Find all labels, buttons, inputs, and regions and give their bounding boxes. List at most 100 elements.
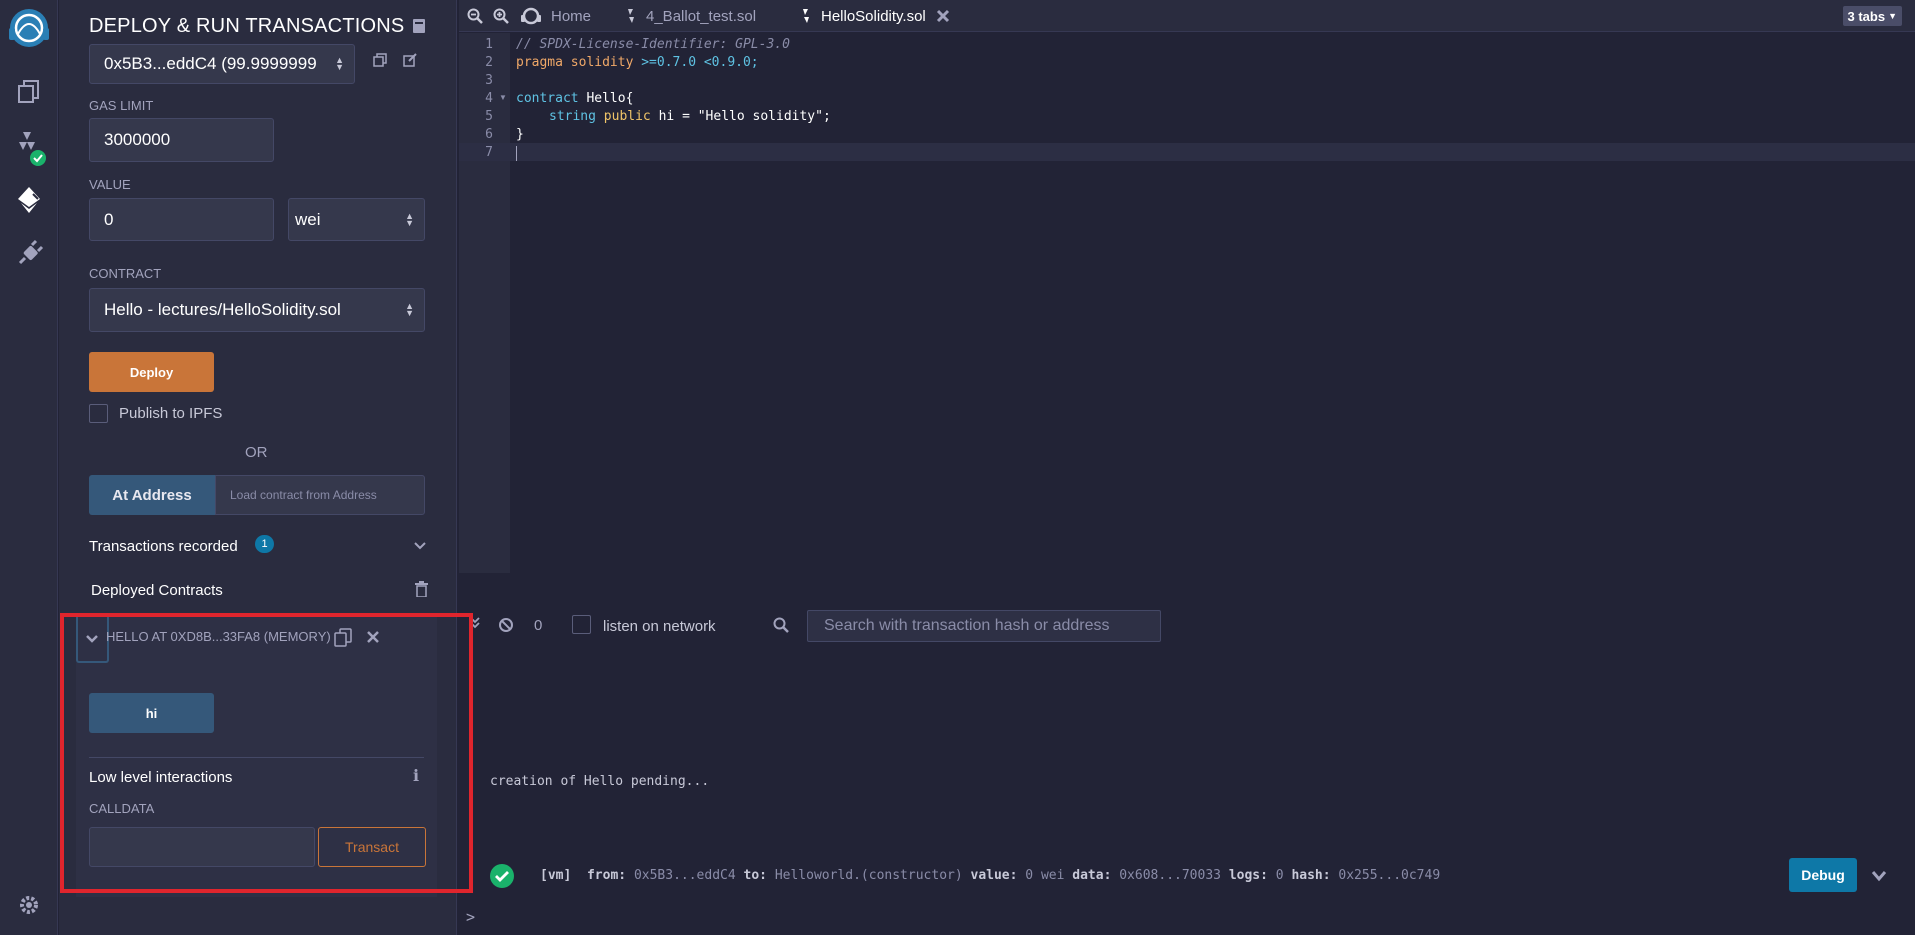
settings-gear-icon[interactable] xyxy=(0,888,58,922)
code-line-4[interactable]: contract Hello{ xyxy=(516,91,633,106)
tab-home-label: Home xyxy=(551,7,592,25)
pending-tx-count: 0 xyxy=(534,617,543,634)
deployed-contracts-label: Deployed Contracts xyxy=(91,582,223,599)
home-remix-icon xyxy=(521,7,541,25)
line-number: 1 xyxy=(485,37,493,52)
transact-button[interactable]: Transact xyxy=(318,827,426,867)
account-select[interactable]: 0x5B3...eddC4 (99.9999999 ▲ ▼ xyxy=(89,44,355,84)
contract-select[interactable]: Hello - lectures/HelloSolidity.sol ▲ ▼ xyxy=(89,288,425,332)
info-icon[interactable]: i xyxy=(413,766,419,785)
code-line-6[interactable]: } xyxy=(516,127,524,142)
tabs-count-dropdown[interactable]: 3 tabs ▼ xyxy=(1842,6,1902,26)
log-logs-value: 0 xyxy=(1275,868,1284,883)
deploy-run-panel: DEPLOY & RUN TRANSACTIONS 0x5B3...eddC4 … xyxy=(59,0,457,935)
log-data-value: 0x608...70033 xyxy=(1119,868,1221,883)
value-input[interactable]: 0 xyxy=(89,198,274,241)
log-to-key: to: xyxy=(743,868,767,883)
code-string: "Hello solidity" xyxy=(697,109,823,124)
or-label: OR xyxy=(245,444,268,461)
remix-logo-icon[interactable] xyxy=(0,4,58,52)
copy-account-icon[interactable] xyxy=(373,53,387,72)
clear-console-icon[interactable] xyxy=(498,617,514,638)
panel-title: DEPLOY & RUN TRANSACTIONS xyxy=(89,15,405,37)
log-vm: [vm] xyxy=(540,868,572,883)
solidity-file-icon xyxy=(803,9,809,23)
file-explorer-icon[interactable] xyxy=(0,74,58,108)
chevron-updown-icon: ▲ ▼ xyxy=(335,55,344,72)
solidity-compiler-icon[interactable] xyxy=(0,128,58,168)
contract-label: CONTRACT xyxy=(89,266,162,281)
edit-account-icon[interactable] xyxy=(403,53,417,72)
chevron-updown-icon: ▲ ▼ xyxy=(405,210,414,228)
code-text: hi = xyxy=(650,109,698,124)
calldata-label: CALLDATA xyxy=(89,801,155,816)
deployed-instance-card: HELLO AT 0XD8B...33FA8 (MEMORY) hi Low l… xyxy=(76,617,437,897)
tab-hello-solidity[interactable]: HelloSolidity.sol xyxy=(799,0,950,32)
log-value-key: value: xyxy=(970,868,1018,883)
tab-ballot-label: 4_Ballot_test.sol xyxy=(646,7,757,25)
listen-network-label: listen on network xyxy=(603,618,716,635)
at-address-button[interactable]: At Address xyxy=(89,475,215,515)
code-type: string xyxy=(549,109,596,124)
at-address-input[interactable]: Load contract from Address xyxy=(215,475,425,515)
docs-book-icon[interactable] xyxy=(412,18,426,34)
tx-count-badge: 1 xyxy=(255,535,274,553)
chevron-updown-icon: ▲ ▼ xyxy=(405,301,414,318)
trash-icon[interactable] xyxy=(415,581,428,602)
close-tab-icon[interactable] xyxy=(936,9,950,23)
plugin-manager-icon[interactable] xyxy=(0,236,58,272)
copy-address-icon[interactable] xyxy=(334,628,352,652)
tab-home[interactable]: Home xyxy=(519,0,591,32)
terminal-drag-bar[interactable] xyxy=(459,573,1915,597)
deploy-run-icon[interactable] xyxy=(0,182,58,218)
publish-ipfs-checkbox[interactable] xyxy=(89,404,108,423)
code-modifier: public xyxy=(603,109,651,124)
zoom-out-icon[interactable] xyxy=(467,8,483,29)
editor-area xyxy=(459,0,1915,575)
calldata-input[interactable] xyxy=(89,827,315,867)
code-line-2[interactable]: pragma solidity >=0.7.0 <0.9.0; xyxy=(516,55,759,70)
gas-limit-input[interactable]: 3000000 xyxy=(89,118,274,162)
fold-caret-icon[interactable]: ▼ xyxy=(499,93,507,102)
hi-getter-button[interactable]: hi xyxy=(89,693,214,733)
tab-ballot-test[interactable]: 4_Ballot_test.sol xyxy=(624,0,756,32)
editor-tabs-bar: Home 4_Ballot_test.sol HelloSolidity.sol… xyxy=(459,0,1915,32)
transactions-recorded-label[interactable]: Transactions recorded xyxy=(89,538,238,555)
terminal-prompt[interactable]: > xyxy=(466,908,475,926)
success-check-icon xyxy=(490,864,514,888)
line-number: 2 xyxy=(485,55,493,70)
log-logs-key: logs: xyxy=(1228,868,1268,883)
deploy-button[interactable]: Deploy xyxy=(89,352,214,392)
code-text: Hello{ xyxy=(578,91,634,106)
contract-value: Hello - lectures/HelloSolidity.sol xyxy=(104,300,341,319)
tabs-count-label: 3 tabs xyxy=(1847,8,1886,24)
line-number: 6 xyxy=(485,127,493,142)
line-number: 4 xyxy=(485,91,493,106)
log-data-key: data: xyxy=(1072,868,1112,883)
code-line-5[interactable]: string public hi = "Hello solidity"; xyxy=(516,109,831,124)
log-from-value: 0x5B3...eddC4 xyxy=(633,868,736,883)
value-unit-select[interactable]: wei ▲ ▼ xyxy=(288,198,425,241)
close-icon[interactable] xyxy=(367,630,379,648)
code-line-1[interactable]: // SPDX-License-Identifier: GPL-3.0 xyxy=(516,37,790,52)
zoom-in-icon[interactable] xyxy=(493,8,509,29)
value-unit: wei xyxy=(295,209,321,229)
debug-button[interactable]: Debug xyxy=(1789,858,1857,892)
chevron-down-icon[interactable] xyxy=(414,538,426,556)
publish-ipfs-label: Publish to IPFS xyxy=(119,405,223,422)
double-chevron-down-icon[interactable] xyxy=(470,617,480,632)
line-number: 7 xyxy=(485,145,493,160)
line-number: 5 xyxy=(485,109,493,124)
active-line-highlight xyxy=(459,143,1915,161)
tx-log-line[interactable]: [vm] from: 0x5B3...eddC4 to: Helloworld.… xyxy=(540,868,1440,883)
chevron-down-icon[interactable] xyxy=(86,631,98,649)
terminal-search-input[interactable]: Search with transaction hash or address xyxy=(807,610,1161,642)
log-value-value: 0 wei xyxy=(1025,868,1065,883)
listen-network-checkbox[interactable] xyxy=(572,615,591,634)
icon-bar xyxy=(0,0,58,935)
search-icon xyxy=(773,617,789,638)
log-from-key: from: xyxy=(586,868,627,883)
account-value: 0x5B3...eddC4 (99.9999999 xyxy=(104,54,317,73)
chevron-down-icon[interactable] xyxy=(1871,869,1887,887)
text-cursor xyxy=(516,146,517,161)
